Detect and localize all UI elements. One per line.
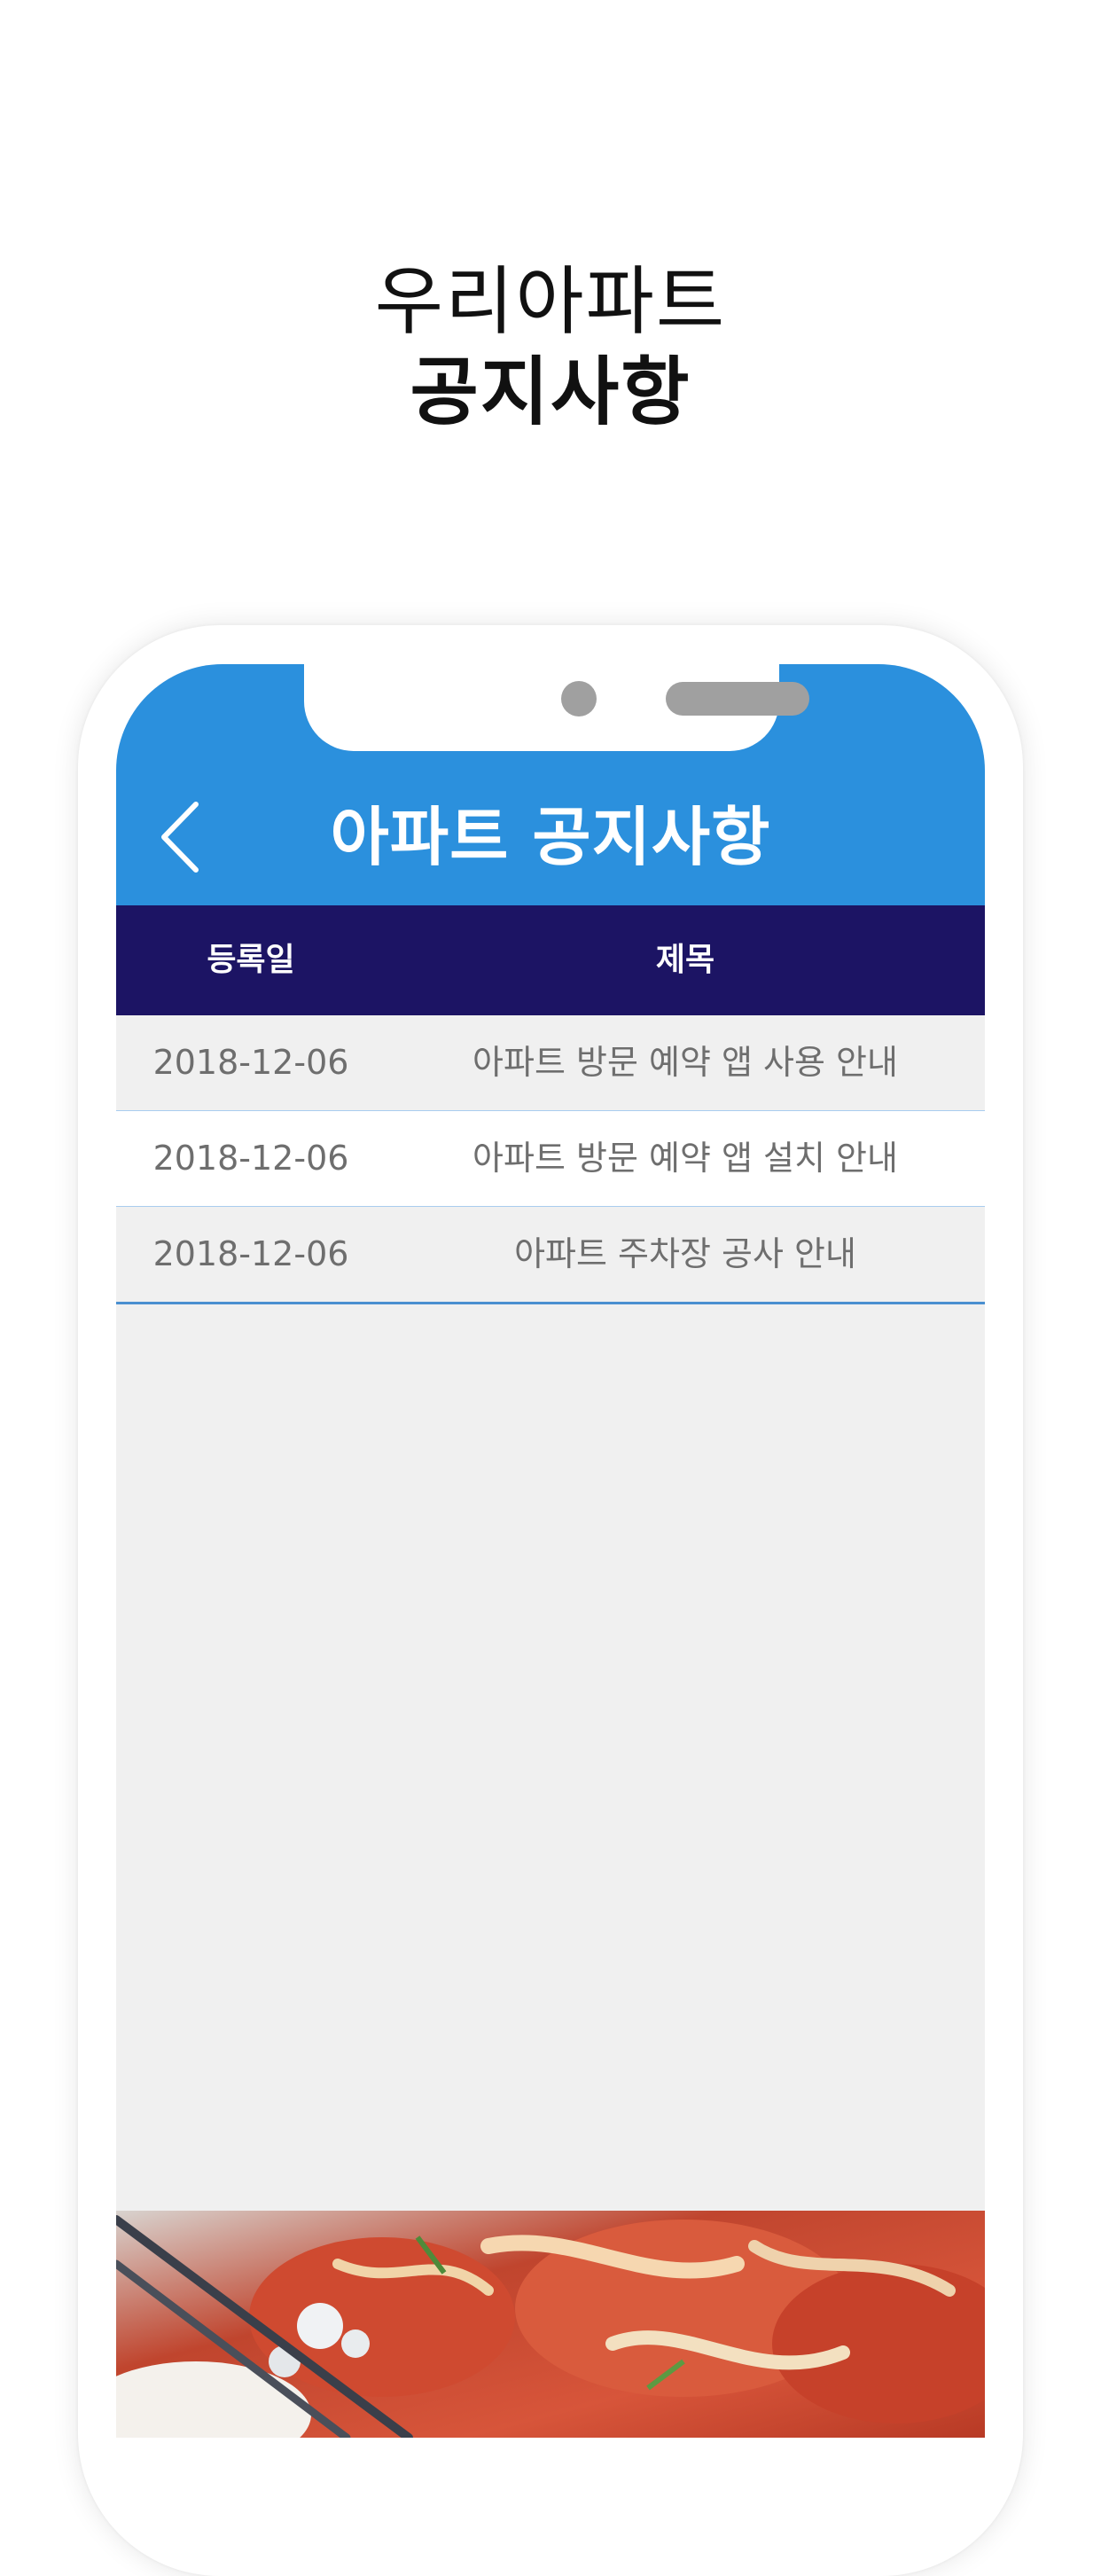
notice-title: 아파트 주차장 공사 안내 — [514, 1234, 856, 1273]
app-header: 아파트 공지사항 — [116, 664, 985, 905]
notice-row[interactable]: 2018-12-06 아파트 방문 예약 앱 설치 안내 — [116, 1111, 985, 1208]
notice-row[interactable]: 2018-12-06 아파트 방문 예약 앱 사용 안내 — [116, 1015, 985, 1112]
speaker-icon — [666, 682, 809, 716]
column-header-title: 제목 — [655, 942, 715, 978]
notice-date: 2018-12-06 — [152, 1234, 349, 1273]
notice-row[interactable]: 2018-12-06 아파트 주차장 공사 안내 — [116, 1207, 985, 1304]
phone-screen: 아파트 공지사항 등록일 제목 2018-12-06 아파트 방문 예약 앱 사… — [116, 664, 985, 2438]
notice-date: 2018-12-06 — [152, 1139, 349, 1178]
notice-title: 아파트 방문 예약 앱 설치 안내 — [472, 1139, 898, 1178]
camera-icon — [561, 681, 597, 716]
table-header: 등록일 제목 — [116, 905, 985, 1015]
notice-date: 2018-12-06 — [152, 1043, 349, 1082]
banner-image — [116, 2211, 985, 2438]
app-title: 아파트 공지사항 — [330, 800, 771, 874]
column-header-date: 등록일 — [207, 942, 295, 978]
phone-notch — [304, 664, 809, 751]
promo-subtitle: 공지사항 — [410, 348, 691, 435]
notice-title: 아파트 방문 예약 앱 사용 안내 — [472, 1043, 898, 1082]
promo-title: 우리아파트 — [374, 258, 727, 345]
